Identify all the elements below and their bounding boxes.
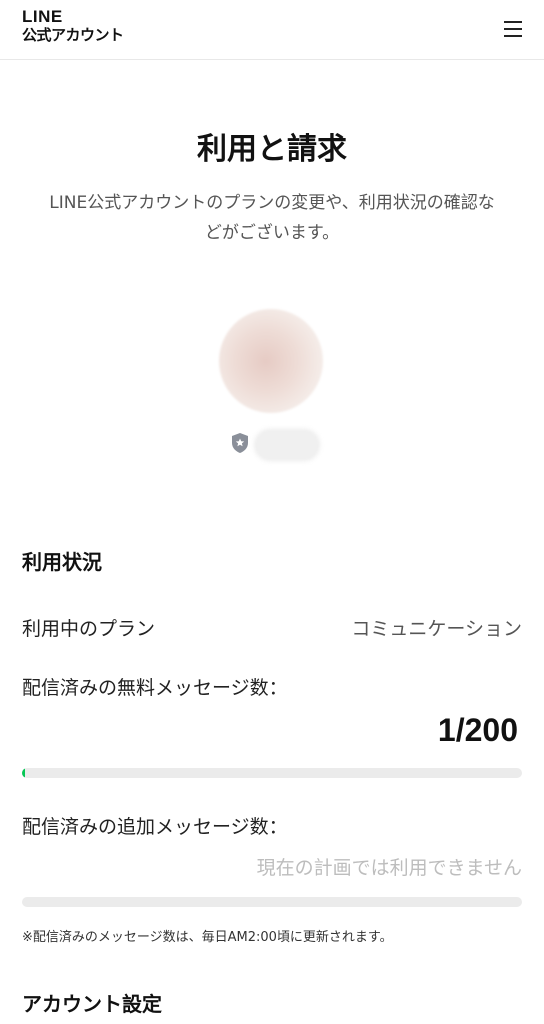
additional-messages-label: 配信済みの追加メッセージ数： xyxy=(22,816,288,838)
account-name-blurred xyxy=(255,430,319,460)
current-plan-value: コミュニケーション xyxy=(351,618,522,640)
logo-text-line: LINE xyxy=(22,7,63,26)
current-plan-label: 利用中のプラン xyxy=(22,618,156,640)
update-time-note: ※配信済みのメッセージ数は、毎日AM2:00頃に更新されます。 xyxy=(22,930,393,945)
additional-messages-unavailable: 現在の計画では利用できません xyxy=(256,857,522,879)
free-messages-progress-fill xyxy=(22,768,25,778)
free-messages-count: 1/200 xyxy=(437,712,518,748)
free-messages-progress-bar xyxy=(22,768,522,778)
free-messages-label: 配信済みの無料メッセージ数： xyxy=(22,677,288,699)
page-title: 利用と請求 xyxy=(197,132,347,167)
hamburger-menu-icon[interactable] xyxy=(504,20,522,38)
top-header: LINE 公式アカウント xyxy=(0,0,544,60)
logo-text-official-account: 公式アカウント xyxy=(22,26,124,44)
page-description: LINE公式アカウントのプランの変更や、利用状況の確認などがございます。 xyxy=(49,193,495,243)
account-avatar xyxy=(219,309,323,413)
line-official-account-logo[interactable]: LINE 公式アカウント xyxy=(22,8,124,43)
additional-messages-progress-bar xyxy=(22,897,522,907)
account-settings-section-title: アカウント設定 xyxy=(22,992,162,1016)
usage-section-title: 利用状況 xyxy=(22,550,102,574)
shield-star-icon xyxy=(232,433,248,453)
